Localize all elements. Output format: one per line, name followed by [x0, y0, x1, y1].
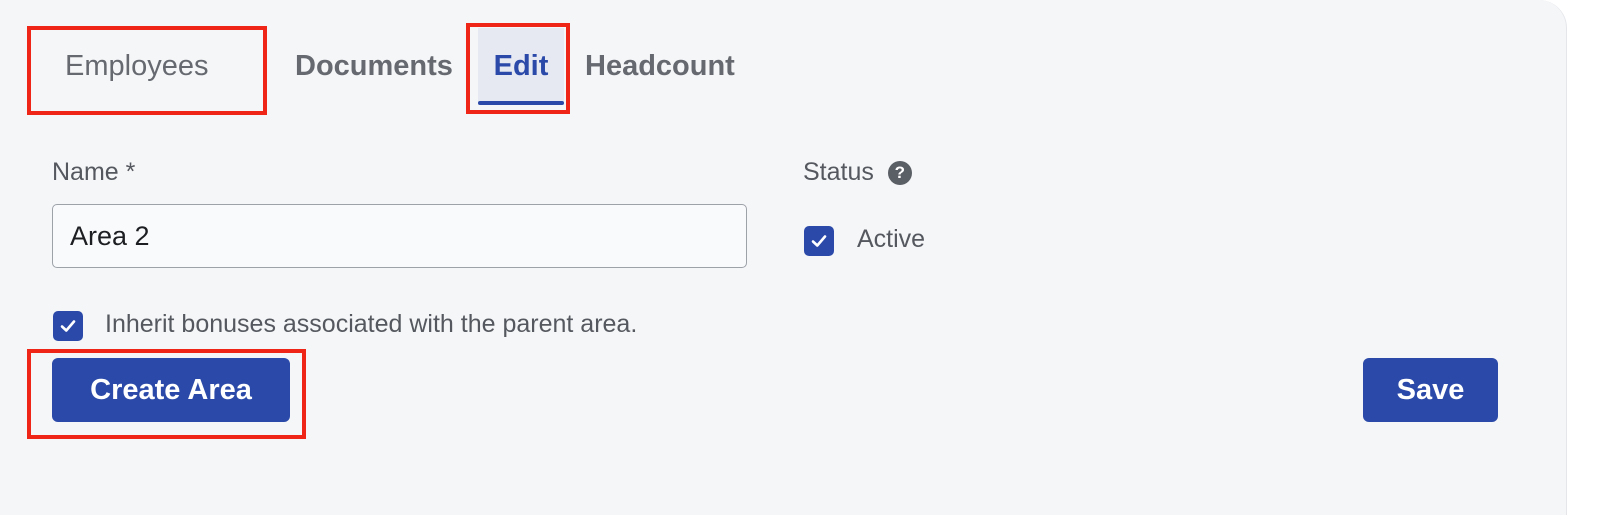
tab-edit-label: Edit [493, 50, 549, 82]
inherit-bonuses-checkbox[interactable] [53, 311, 83, 341]
name-label: Name * [52, 158, 136, 186]
question-circle-icon[interactable]: ? [887, 160, 912, 185]
tab-edit[interactable]: Edit [478, 28, 564, 105]
checkmark-icon [60, 320, 76, 332]
area-edit-panel: Employees Documents Edit Headcount Name … [0, 0, 1567, 515]
checkmark-icon [811, 235, 827, 247]
status-label-text: Status [803, 158, 874, 186]
inherit-bonuses-label: Inherit bonuses associated with the pare… [105, 310, 638, 338]
tab-employees[interactable]: Employees [65, 50, 208, 83]
tab-headcount[interactable]: Headcount [585, 50, 735, 83]
active-checkbox[interactable] [804, 226, 834, 256]
create-area-button[interactable]: Create Area [52, 358, 290, 422]
tab-documents[interactable]: Documents [295, 50, 453, 83]
save-button[interactable]: Save [1363, 358, 1498, 422]
name-input[interactable] [52, 204, 747, 268]
active-checkbox-label: Active [857, 225, 926, 253]
status-label: Status ? [803, 158, 912, 187]
active-tab-indicator [478, 101, 564, 105]
